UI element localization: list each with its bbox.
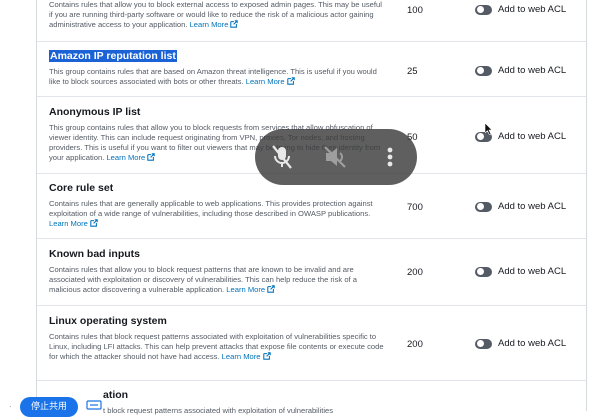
external-link-icon: [147, 153, 156, 161]
capacity-value: 100: [407, 5, 423, 16]
add-to-web-acl-toggle[interactable]: Add to web ACL: [475, 4, 566, 15]
capacity-value: 200: [407, 267, 423, 278]
rule-group-description: Contains rules that block request patter…: [49, 332, 384, 361]
learn-more-link[interactable]: Learn More: [106, 153, 156, 162]
rule-group-title: Core rule set: [49, 182, 114, 194]
external-link-icon: [230, 20, 239, 28]
stop-sharing-button[interactable]: 停止共用: [20, 397, 78, 417]
capacity-value: 700: [407, 202, 423, 213]
toggle-switch[interactable]: [475, 201, 492, 212]
toggle-label: Add to web ACL: [498, 338, 567, 349]
mute-speaker-button[interactable]: [320, 142, 350, 172]
external-link-icon: [262, 352, 271, 360]
toggle-switch[interactable]: [475, 338, 492, 349]
capacity-value: 25: [407, 66, 418, 77]
learn-more-link[interactable]: Learn More: [226, 285, 275, 294]
media-controls-overlay: [255, 129, 417, 185]
rule-group-title: Known bad inputs: [49, 248, 140, 260]
add-to-web-acl-toggle[interactable]: Add to web ACL: [475, 201, 566, 212]
add-to-web-acl-toggle[interactable]: Add to web ACL: [475, 266, 566, 277]
external-link-icon: [90, 219, 98, 227]
rule-group-row: Known bad inputs Contains rules that all…: [37, 239, 586, 306]
toggle-switch[interactable]: [475, 4, 492, 15]
rule-group-title: Amazon IP reputation list: [49, 50, 177, 62]
external-link-icon: [267, 285, 275, 293]
rule-group-title: Linux operating system: [49, 315, 167, 327]
hide-icon[interactable]: [86, 400, 102, 410]
rule-group-row: Linux operating system Contains rules th…: [37, 306, 586, 381]
status-dot: ·: [9, 402, 12, 411]
toggle-label: Add to web ACL: [498, 65, 567, 76]
add-to-web-acl-toggle[interactable]: Add to web ACL: [475, 65, 566, 76]
more-options-button[interactable]: [375, 142, 405, 172]
toggle-label: Add to web ACL: [498, 201, 567, 212]
rule-group-title: Anonymous IP list: [49, 106, 141, 118]
toggle-label: Add to web ACL: [498, 131, 567, 142]
mic-off-icon: [272, 145, 292, 169]
speaker-off-icon: [324, 146, 346, 168]
rule-group-description: Contains rules that allow you to block e…: [49, 0, 382, 29]
rule-group-row: Contains rules that allow you to block e…: [37, 0, 586, 42]
learn-more-link[interactable]: Learn More: [49, 219, 98, 228]
learn-more-link[interactable]: Learn More: [246, 77, 295, 86]
toggle-label: Add to web ACL: [498, 4, 567, 15]
rule-group-description: Contains rules that are generally applic…: [49, 199, 373, 228]
learn-more-link[interactable]: Learn More: [190, 20, 239, 29]
learn-more-link[interactable]: Learn More: [222, 352, 271, 361]
mouse-cursor-icon: [485, 123, 493, 135]
capacity-value: 200: [407, 339, 423, 350]
rule-group-description: Contains rules that allow you to block r…: [49, 265, 357, 294]
toggle-label: Add to web ACL: [498, 266, 567, 277]
more-vertical-icon: [387, 147, 393, 167]
add-to-web-acl-toggle[interactable]: Add to web ACL: [475, 338, 566, 349]
rule-group-row: Amazon IP reputation list This group con…: [37, 42, 586, 97]
external-link-icon: [286, 77, 295, 85]
managed-rule-groups-panel: Contains rules that allow you to block e…: [36, 0, 587, 411]
toggle-switch[interactable]: [475, 65, 492, 76]
toggle-switch[interactable]: [475, 266, 492, 277]
mute-microphone-button[interactable]: [267, 142, 297, 172]
rule-group-description: This group contains rules that are based…: [49, 67, 377, 86]
rule-group-title-partial: ation: [103, 389, 129, 401]
